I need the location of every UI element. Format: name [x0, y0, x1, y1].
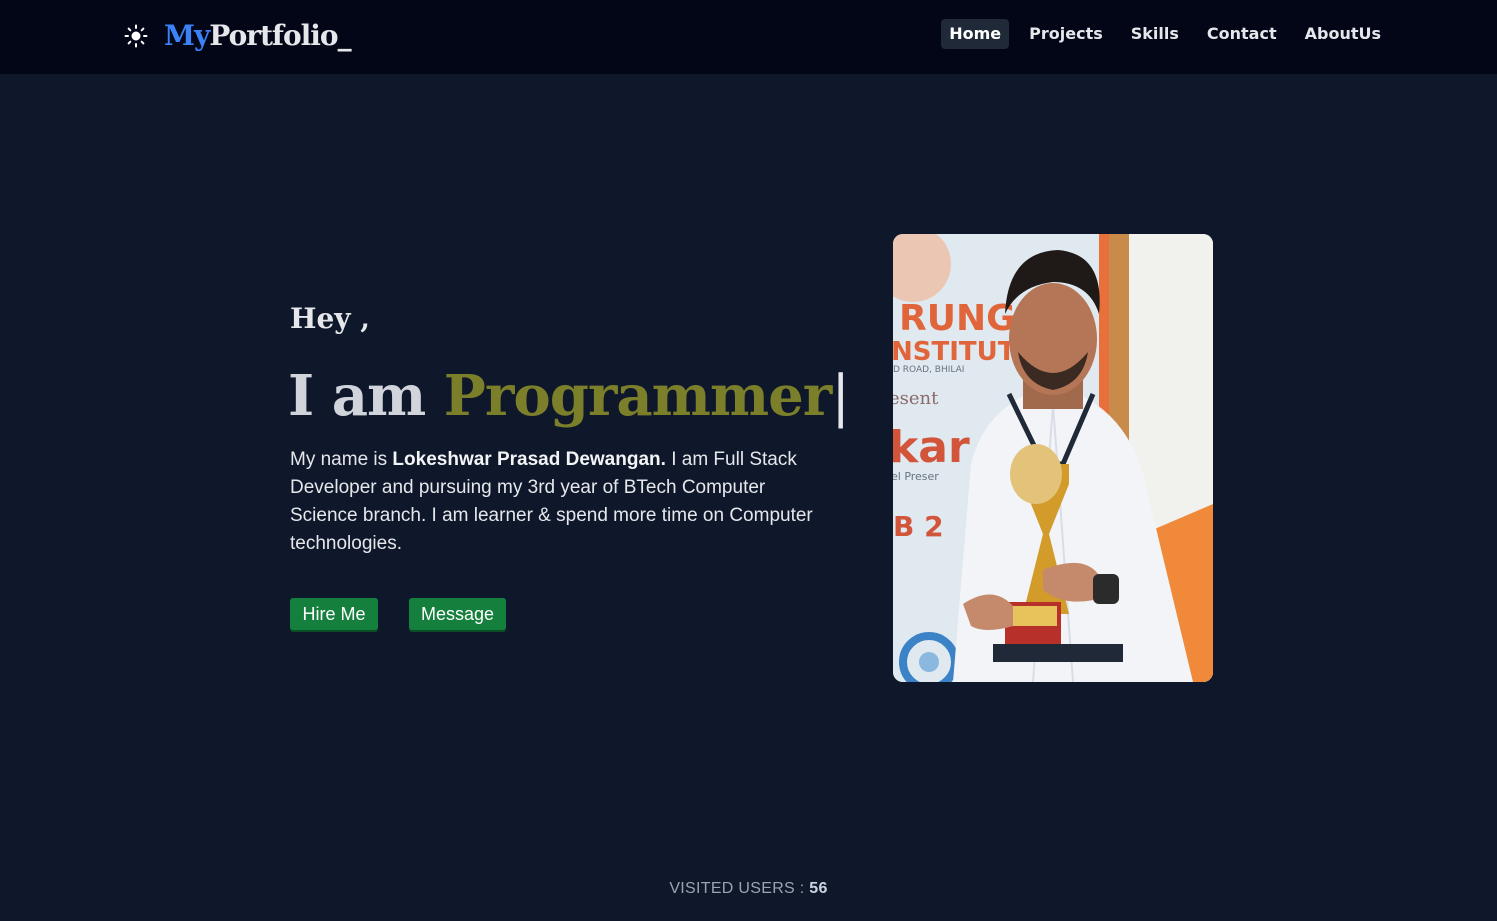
sign-text-6: el Preser: [893, 470, 939, 483]
nav-link-home[interactable]: Home: [941, 19, 1010, 49]
bio-prefix: My name is: [290, 449, 393, 470]
brand-prefix: My: [164, 19, 210, 52]
sun-icon[interactable]: [124, 24, 148, 48]
sign-text-7: B 2: [893, 510, 944, 543]
hero-greeting: Hey ,: [290, 302, 371, 335]
brand-suffix: Portfolio_: [209, 19, 351, 52]
profile-photo: RUNG NSTITUT D ROAD, BHILAI esent kar el…: [893, 234, 1213, 682]
sign-text-4: esent: [893, 388, 939, 409]
profile-photo-illustration: RUNG NSTITUT D ROAD, BHILAI esent kar el…: [893, 234, 1213, 682]
visitor-counter: VISITED USERS : 56: [0, 880, 1497, 898]
sign-text-2: NSTITUT: [893, 337, 1016, 367]
navbar: MyPortfolio_ Home Projects Skills Contac…: [0, 0, 1497, 74]
sign-text-3: D ROAD, BHILAI: [893, 365, 964, 375]
message-button[interactable]: Message: [409, 598, 506, 630]
typing-cursor: |: [831, 364, 850, 429]
nav-link-projects[interactable]: Projects: [1021, 19, 1111, 49]
hero-headline: I am Programmer|: [288, 360, 850, 433]
nav-link-aboutus[interactable]: AboutUs: [1297, 19, 1389, 49]
visitor-count: 56: [809, 880, 828, 897]
nav-links: Home Projects Skills Contact AboutUs: [941, 19, 1389, 49]
nav-link-skills[interactable]: Skills: [1123, 19, 1187, 49]
hire-me-button[interactable]: Hire Me: [290, 598, 378, 630]
brand-logo[interactable]: MyPortfolio_: [164, 17, 352, 55]
sign-text-1: RUNG: [899, 298, 1016, 339]
hero-bio: My name is Lokeshwar Prasad Dewangan. I …: [290, 446, 838, 558]
bio-name: Lokeshwar Prasad Dewangan.: [392, 449, 666, 470]
headline-role: Programmer: [443, 363, 833, 429]
nav-link-contact[interactable]: Contact: [1199, 19, 1285, 49]
visitor-label: VISITED USERS :: [669, 880, 810, 897]
sign-text-5: kar: [893, 422, 970, 473]
headline-prefix: I am: [288, 363, 426, 429]
